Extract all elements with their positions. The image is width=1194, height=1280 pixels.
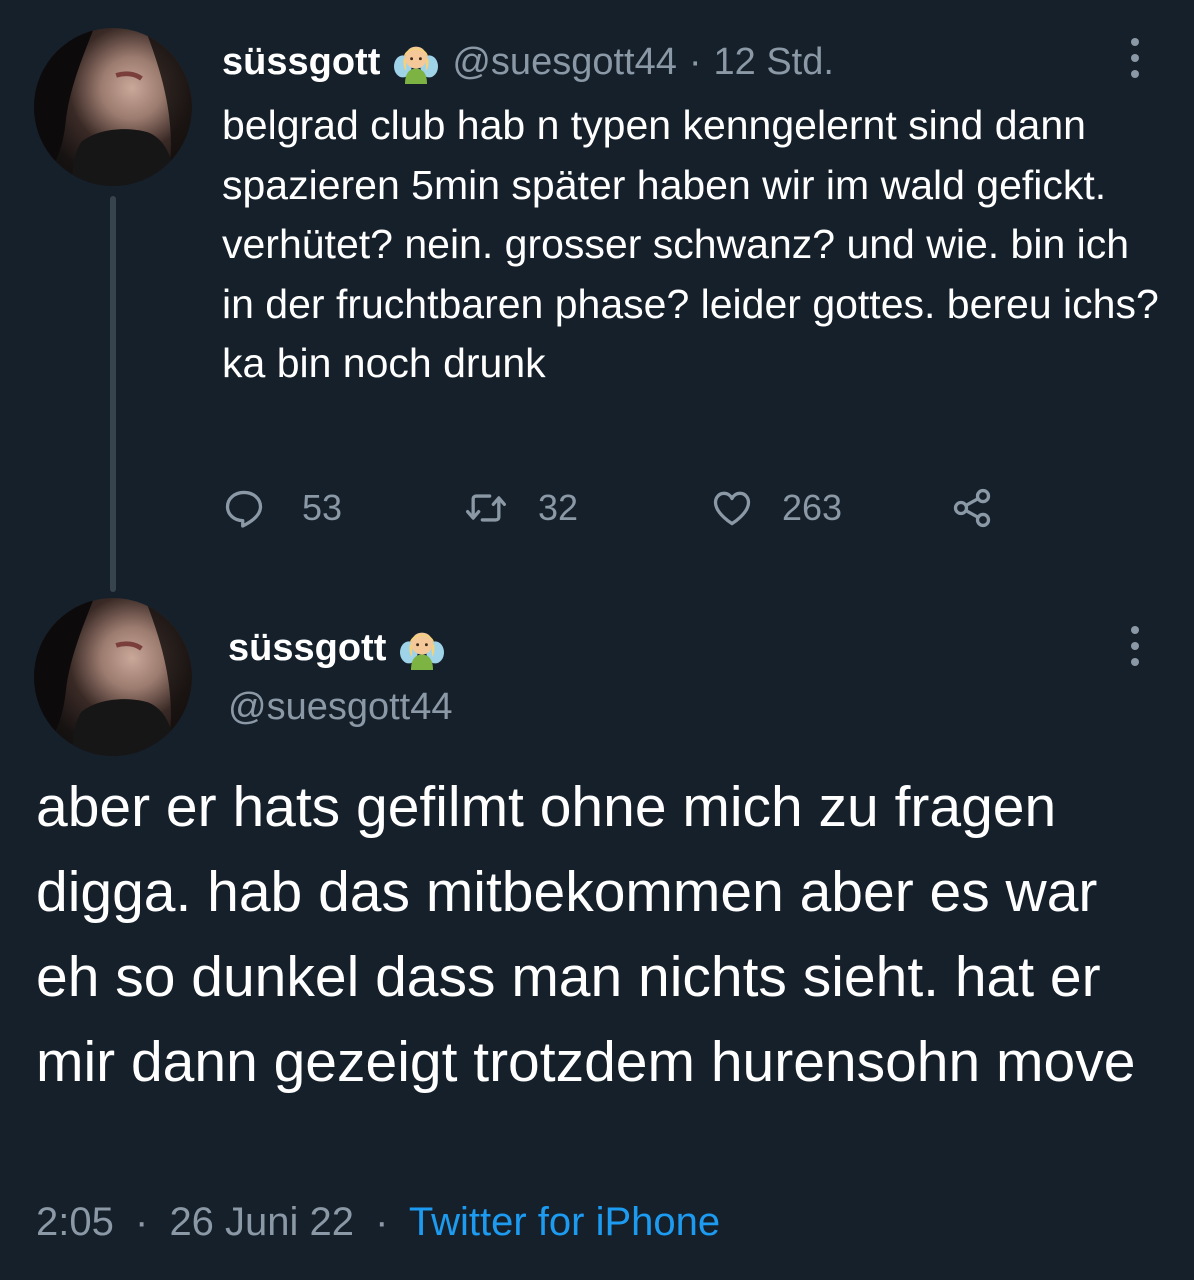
source-link[interactable]: Twitter for iPhone [409, 1200, 720, 1244]
tweet-time[interactable]: 2:05 [36, 1200, 114, 1244]
display-name[interactable]: süssgott [222, 41, 380, 84]
tweet-text: aber er hats gefilmt ohne mich zu fragen… [36, 775, 1136, 1094]
fairy-emoji [394, 40, 439, 84]
handle[interactable]: @suesgott44 [228, 686, 453, 729]
handle[interactable]: @suesgott44 [452, 41, 677, 84]
like-count: 263 [782, 487, 843, 528]
display-name[interactable]: süssgott [228, 627, 386, 670]
retweet-icon [464, 486, 508, 530]
fairy-emoji [400, 626, 445, 670]
more-options-icon[interactable] [1128, 626, 1142, 666]
retweet-count: 32 [538, 487, 579, 528]
share-icon [950, 486, 994, 530]
tweet-actions: 53 32 263 [222, 480, 1022, 536]
timestamp[interactable]: 12 Std. [714, 41, 834, 84]
tweet-date[interactable]: 26 Juni 22 [169, 1200, 354, 1244]
like-button[interactable]: 263 [710, 480, 842, 536]
retweet-button[interactable]: 32 [464, 480, 578, 536]
tweet1-header: süssgott @suesgott44 · 12 Std. [222, 34, 834, 90]
thread-connector [110, 196, 116, 592]
tweet-text: belgrad club hab n typen kenngelernt sin… [222, 102, 1159, 386]
tweet-metadata: 2:05 · 26 Juni 22 · Twitter for iPhone [36, 1200, 720, 1245]
reply-icon [222, 486, 266, 530]
separator: · [134, 1200, 149, 1244]
more-options-icon[interactable] [1128, 38, 1142, 78]
reply-button[interactable]: 53 [222, 480, 342, 536]
avatar-image [34, 598, 192, 756]
avatar-image [34, 28, 192, 186]
separator: · [688, 40, 702, 83]
avatar[interactable] [34, 28, 192, 186]
share-button[interactable] [950, 480, 994, 536]
like-icon [710, 486, 754, 530]
tweet2-header: süssgott [228, 620, 458, 676]
separator: · [375, 1200, 389, 1244]
reply-count: 53 [302, 487, 343, 528]
avatar[interactable] [34, 598, 192, 756]
